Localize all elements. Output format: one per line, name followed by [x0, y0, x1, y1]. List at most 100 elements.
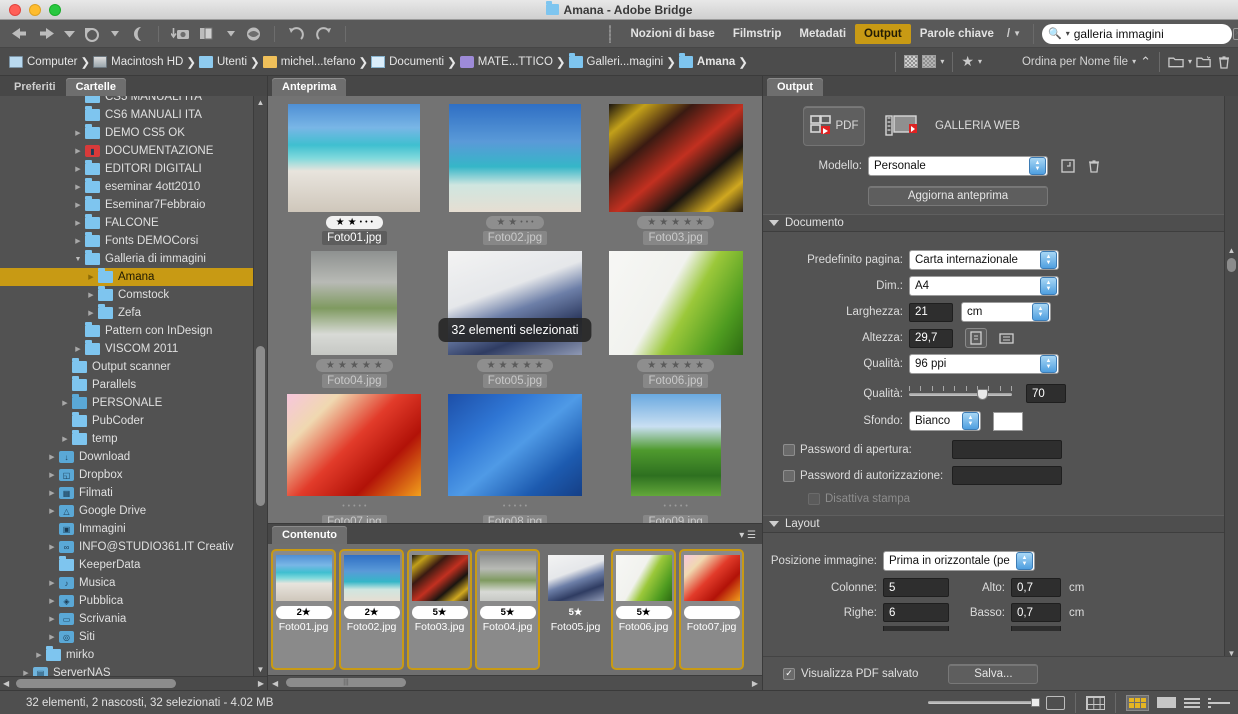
tree-item-download[interactable]: ▶ ↓ Download	[0, 448, 267, 466]
tree-item-documentazione[interactable]: ▶ ▮ DOCUMENTAZIONE	[0, 142, 267, 160]
tab-output-panel[interactable]: Output	[767, 78, 824, 96]
content-item[interactable]: Foto07.jpg	[679, 549, 744, 670]
tree-horizontal-scrollbar[interactable]: ◀ ▶	[0, 676, 267, 690]
content-thumbnail[interactable]	[479, 555, 536, 601]
forward-arrow-icon[interactable]	[34, 23, 60, 45]
disclosure-closed-icon[interactable]: ▶	[34, 650, 44, 660]
tree-item-filmati[interactable]: ▶ ▦ Filmati	[0, 484, 267, 502]
preview-item[interactable]: • • • • • Foto09.jpg	[601, 394, 751, 523]
back-arrow-icon[interactable]	[6, 23, 32, 45]
breadcrumb-item-computer[interactable]: Computer	[6, 55, 81, 68]
quality-value-input[interactable]: 70	[1026, 384, 1066, 403]
stepper-icon[interactable]: ▲ ▼	[1040, 251, 1057, 269]
disclosure-closed-icon[interactable]: ▶	[86, 290, 96, 300]
tree-item-viscom-2011[interactable]: ▶ VISCOM 2011	[0, 340, 267, 358]
preview-thumbnail[interactable]	[608, 251, 743, 355]
tab-contenuto[interactable]: Contenuto	[272, 526, 347, 544]
portrait-orientation-icon[interactable]	[965, 328, 987, 348]
preview-thumbnail[interactable]	[311, 251, 398, 355]
workspace-overflow-menu[interactable]: / ▼	[1003, 24, 1025, 44]
breadcrumb-item-documenti[interactable]: Documenti	[368, 55, 447, 68]
rating-stars[interactable]: ★ ★ ★ ★ ★	[476, 359, 554, 372]
tree-item-dropbox[interactable]: ▶ ◱ Dropbox	[0, 466, 267, 484]
refresh-preview-button[interactable]: Aggiorna anteprima	[868, 186, 1048, 206]
copy-stack-icon[interactable]	[195, 23, 221, 45]
perm-password-input[interactable]	[952, 466, 1062, 485]
page-preset-select[interactable]: Carta internazionale ▲ ▼	[909, 250, 1059, 270]
new-window-icon[interactable]	[1196, 55, 1212, 69]
content-rating[interactable]: 2★	[343, 606, 400, 619]
scrollbar-thumb[interactable]	[256, 346, 265, 506]
tree-item-amana[interactable]: ▶ Amana	[0, 268, 267, 286]
preview-thumbnail[interactable]	[608, 104, 743, 212]
thumbnail-view-icon[interactable]	[1126, 694, 1149, 711]
disclosure-closed-icon[interactable]: ▶	[47, 542, 57, 552]
disclosure-closed-icon[interactable]: ▶	[73, 182, 83, 192]
breadcrumb-item-macintosh-hd[interactable]: Macintosh HD	[90, 55, 186, 68]
height-input[interactable]: 29,7	[909, 328, 953, 348]
stepper-icon[interactable]: ▲ ▼	[1040, 355, 1057, 373]
disclosure-closed-icon[interactable]: ▶	[60, 434, 70, 444]
content-item[interactable]: 5★ Foto04.jpg	[475, 549, 540, 670]
preview-item[interactable]: ★ ★ ★ ★ ★ Foto04.jpg	[279, 251, 429, 388]
section-header-documento[interactable]: Documento	[763, 214, 1238, 232]
tree-item-comstock[interactable]: ▶ Comstock	[0, 286, 267, 304]
scrollbar-thumb[interactable]	[16, 679, 176, 688]
tree-item-fonts-democorsi[interactable]: ▶ Fonts DEMOCorsi	[0, 232, 267, 250]
content-item[interactable]: 5★ Foto03.jpg	[407, 549, 472, 670]
tree-item-pubcoder[interactable]: PubCoder	[0, 412, 267, 430]
thumbnail-zoom-slider[interactable]	[928, 698, 1040, 707]
tree-item-parallels[interactable]: Parallels	[0, 376, 267, 394]
folder-tree[interactable]: ▲ ▼ CS5 MANUALI ITA CS6 MANUALI ITA ▶ DEMO …	[0, 96, 267, 676]
rotate-partial-icon[interactable]	[124, 23, 150, 45]
pdf-button[interactable]: PDF	[803, 106, 865, 146]
tab-cartelle[interactable]: Cartelle	[65, 78, 126, 96]
web-gallery-button[interactable]: GALLERIA WEB	[885, 106, 1020, 146]
save-button[interactable]: Salva...	[948, 663, 1039, 684]
stepper-icon[interactable]: ▲ ▼	[1016, 552, 1033, 570]
perm-password-checkbox[interactable]	[783, 469, 795, 482]
tab-filmstrip[interactable]: Filmstrip	[724, 24, 791, 44]
rating-stars[interactable]: ★ ★ • • •	[486, 216, 544, 229]
filter-rating-icon[interactable]	[922, 55, 937, 68]
tree-item-temp[interactable]: ▶ temp	[0, 430, 267, 448]
disclosure-open-icon[interactable]: ▼	[73, 254, 83, 264]
output-vertical-scrollbar[interactable]: ▲ ▼	[1224, 96, 1238, 656]
section-header-layout[interactable]: Layout	[763, 515, 1238, 533]
content-rating[interactable]: 5★	[411, 606, 468, 619]
workspace-drag-handle[interactable]	[609, 24, 612, 43]
panel-menu-icon[interactable]: ▾ ☰	[739, 530, 756, 541]
scroll-up-icon[interactable]: ▲	[1226, 244, 1237, 257]
rating-stars[interactable]: • • • • •	[493, 500, 537, 513]
breadcrumb-item-amana[interactable]: Amana	[676, 52, 738, 68]
rating-stars[interactable]: ★ ★ ★ ★ ★	[637, 216, 715, 229]
view-saved-pdf-checkbox[interactable]: ✓	[783, 667, 795, 680]
content-horizontal-scrollbar[interactable]: ◀ ||| ▶	[268, 675, 762, 690]
tab-output[interactable]: Output	[855, 23, 911, 44]
preview-thumbnail[interactable]	[287, 394, 422, 496]
tab-metadati[interactable]: Metadati	[790, 24, 855, 44]
tree-item-servernas[interactable]: ▶ ▤ ServerNAS	[0, 664, 267, 676]
preview-thumbnail[interactable]	[630, 394, 721, 496]
tab-parole-chiave[interactable]: Parole chiave	[911, 24, 1003, 44]
breadcrumb-item-utenti[interactable]: Utenti	[196, 55, 250, 68]
new-folder-icon[interactable]	[1168, 55, 1184, 69]
grid-view-icon[interactable]	[1086, 695, 1105, 710]
disclosure-closed-icon[interactable]: ▶	[73, 344, 83, 354]
disclosure-closed-icon[interactable]: ▶	[86, 272, 96, 282]
content-thumbnail[interactable]	[275, 555, 332, 601]
undo-icon[interactable]	[283, 23, 309, 45]
preview-item[interactable]: ★ ★ • • • Foto02.jpg	[440, 104, 590, 245]
content-rating[interactable]: 5★	[615, 606, 672, 619]
tree-item-google-drive[interactable]: ▶ △ Google Drive	[0, 502, 267, 520]
stepper-icon[interactable]: ▲ ▼	[1032, 303, 1049, 321]
disclosure-closed-icon[interactable]: ▶	[47, 452, 57, 462]
tree-item-immagini[interactable]: ▣ Immagini	[0, 520, 267, 538]
delete-template-icon[interactable]	[1086, 159, 1102, 173]
disclosure-closed-icon[interactable]: ▶	[47, 470, 57, 480]
preview-item[interactable]: • • • • • Foto07.jpg	[279, 394, 429, 523]
clear-search-icon[interactable]: ✕	[1232, 27, 1238, 40]
disclosure-closed-icon[interactable]: ▶	[47, 632, 57, 642]
search-box[interactable]: 🔍 ▾ ✕	[1042, 23, 1238, 44]
tree-item-galleria-di-immagini[interactable]: ▼ Galleria di immagini	[0, 250, 267, 268]
